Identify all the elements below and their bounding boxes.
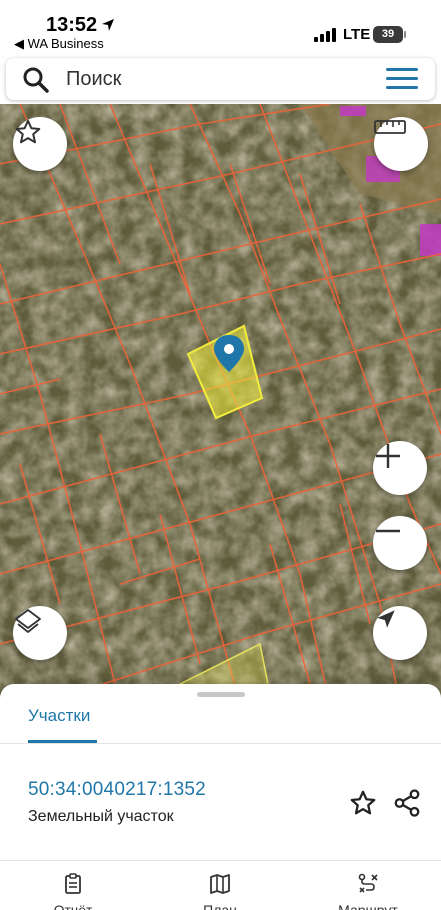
search-bar[interactable]: Поиск (6, 58, 435, 100)
map-icon (210, 874, 230, 894)
battery-icon: 39 (373, 26, 403, 43)
zoom-out-button[interactable] (373, 516, 427, 570)
measure-button[interactable] (374, 117, 428, 171)
zoom-in-button[interactable] (373, 441, 427, 495)
status-bar: 13:52 ◀ WA Business LTE 39 (0, 0, 441, 58)
minus-icon (376, 529, 400, 533)
favorites-button[interactable] (13, 117, 67, 171)
nav-route-label: Маршрут (338, 902, 398, 910)
layers-icon (15, 609, 41, 633)
map-view[interactable] (0, 104, 441, 704)
divider (0, 860, 441, 861)
plus-icon (376, 444, 400, 468)
route-icon (358, 873, 378, 893)
nav-plan[interactable]: План (170, 872, 270, 910)
report-icon (65, 873, 81, 894)
share-icon[interactable] (392, 788, 422, 818)
nav-plan-label: План (203, 902, 237, 910)
network-type: LTE (343, 26, 371, 43)
parcel-type: Земельный участок (28, 808, 174, 825)
bottom-sheet[interactable]: Участки 50:34:0040217:1352 Земельный уча… (0, 684, 441, 910)
sheet-drag-handle[interactable] (197, 692, 245, 697)
status-time: 13:52 (46, 14, 98, 36)
battery-tip (404, 31, 406, 38)
back-to-app-link[interactable]: ◀ WA Business (14, 36, 104, 52)
my-location-button[interactable] (373, 606, 427, 660)
location-arrow-icon (102, 19, 114, 31)
navigation-arrow-icon (377, 610, 395, 628)
star-icon (15, 119, 41, 144)
hamburger-menu-icon[interactable] (386, 68, 418, 90)
star-icon[interactable] (348, 788, 378, 818)
nav-report-label: Отчёт (53, 902, 93, 910)
ruler-icon (374, 120, 406, 134)
nav-report[interactable]: Отчёт (23, 872, 123, 910)
divider (0, 743, 441, 744)
nav-route[interactable]: Маршрут (318, 872, 418, 910)
search-input[interactable]: Поиск (66, 68, 121, 91)
signal-icon (314, 28, 336, 42)
tab-parcels[interactable]: Участки (28, 706, 90, 726)
layers-button[interactable] (13, 606, 67, 660)
parcel-cadastral-number[interactable]: 50:34:0040217:1352 (28, 779, 206, 801)
search-icon[interactable] (22, 66, 50, 94)
